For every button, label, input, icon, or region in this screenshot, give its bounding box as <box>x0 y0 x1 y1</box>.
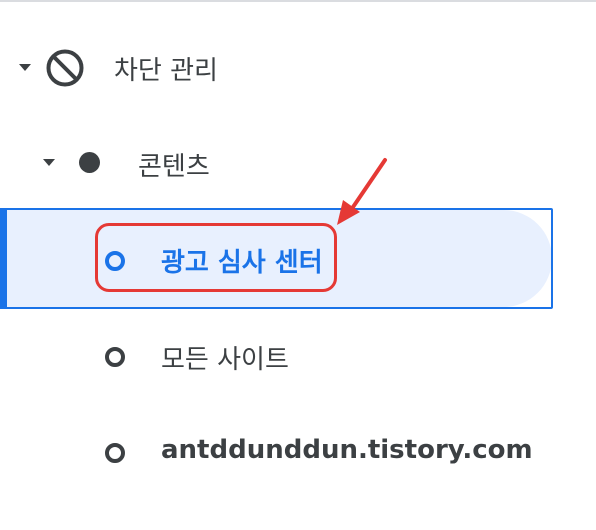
annotation-arrow-icon <box>337 158 387 225</box>
